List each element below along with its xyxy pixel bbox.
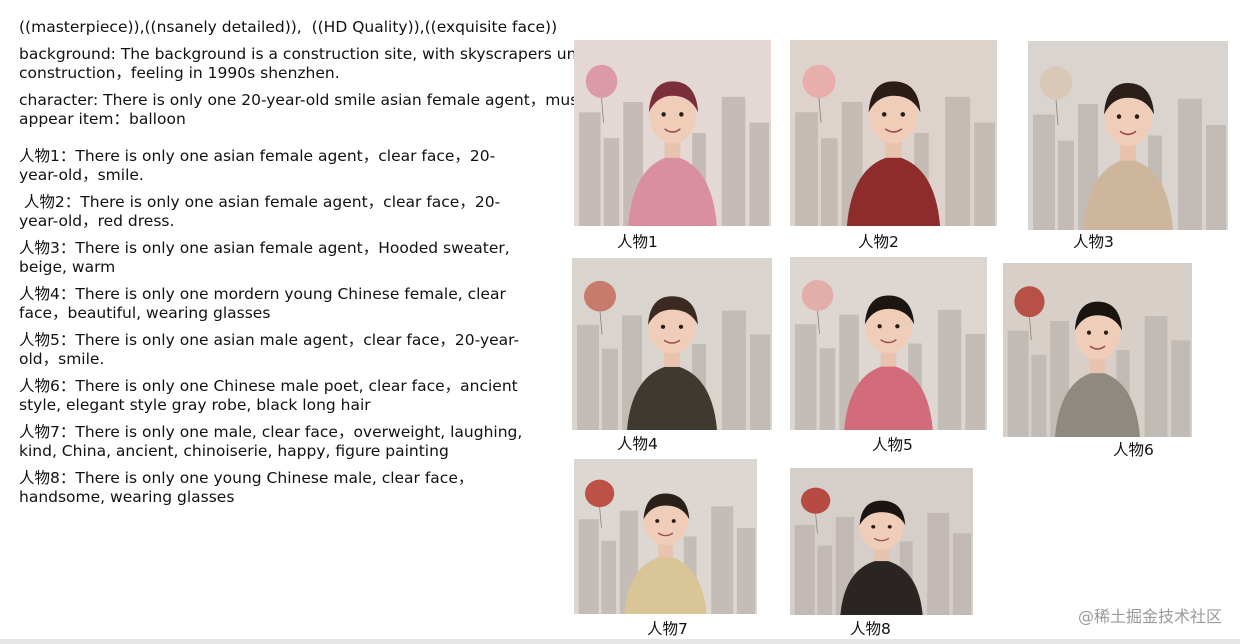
character-image-1 xyxy=(574,40,771,226)
character-image-8 xyxy=(790,468,973,615)
portrait-man-gray-robe-icon xyxy=(1003,263,1192,437)
portrait-man-glasses-icon xyxy=(790,468,973,615)
character-4-line-1: 人物4：There is only one mordern young Chin… xyxy=(19,285,506,303)
character-3-line-2: beige, warm xyxy=(19,258,116,276)
character-8-line-2: handsome, wearing glasses xyxy=(19,488,235,506)
character-image-3 xyxy=(1028,41,1228,230)
character-7-line-1: 人物7：There is only one male, clear face，o… xyxy=(19,423,523,441)
character-caption-2: 人物2 xyxy=(858,233,899,251)
character-line-1: character: There is only one 20-year-old… xyxy=(19,91,585,109)
character-2-line-2: year-old，red dress. xyxy=(19,212,175,230)
character-caption-6: 人物6 xyxy=(1113,441,1154,459)
character-6-line-1: 人物6：There is only one Chinese male poet,… xyxy=(19,377,518,395)
quality-line: ((masterpiece)),((nsanely detailed)), ((… xyxy=(19,18,558,36)
portrait-woman-glasses-icon xyxy=(572,258,772,430)
character-caption-1: 人物1 xyxy=(617,233,658,251)
character-1-line-1: 人物1：There is only one asian female agent… xyxy=(19,147,496,165)
bottom-bar xyxy=(0,639,1240,644)
portrait-woman-hooded-sweater-icon xyxy=(1028,41,1228,230)
watermark: @稀土掘金技术社区 xyxy=(1077,607,1222,626)
background-line-2: construction，feeling in 1990s shenzhen. xyxy=(19,64,340,82)
portrait-smiling-woman-balloon-icon xyxy=(574,40,771,226)
character-image-2 xyxy=(790,40,997,226)
character-image-4 xyxy=(572,258,772,430)
character-8-line-1: 人物8：There is only one young Chinese male… xyxy=(19,469,474,487)
character-caption-7: 人物7 xyxy=(647,620,688,638)
portrait-woman-red-dress-icon xyxy=(790,40,997,226)
character-2-line-1: 人物2：There is only one asian female agent… xyxy=(19,193,501,211)
character-image-6 xyxy=(1003,263,1192,437)
character-line-2: appear item：balloon xyxy=(19,110,186,128)
character-caption-3: 人物3 xyxy=(1073,233,1114,251)
character-image-5 xyxy=(790,257,987,430)
character-5-line-1: 人物5：There is only one asian male agent，c… xyxy=(19,331,520,349)
character-7-line-2: kind, China, ancient, chinoiserie, happy… xyxy=(19,442,449,460)
background-line-1: background: The background is a construc… xyxy=(19,45,603,63)
character-4-line-2: face，beautiful, wearing glasses xyxy=(19,304,271,322)
character-1-line-2: year-old，smile. xyxy=(19,166,144,184)
character-image-7 xyxy=(574,459,757,614)
character-3-line-1: 人物3：There is only one asian female agent… xyxy=(19,239,510,257)
character-caption-8: 人物8 xyxy=(850,620,891,638)
portrait-laughing-man-icon xyxy=(574,459,757,614)
character-caption-5: 人物5 xyxy=(872,436,913,454)
character-6-line-2: style, elegant style gray robe, black lo… xyxy=(19,396,371,414)
portrait-man-pink-jacket-icon xyxy=(790,257,987,430)
character-5-line-2: old，smile. xyxy=(19,350,105,368)
character-caption-4: 人物4 xyxy=(617,435,658,453)
